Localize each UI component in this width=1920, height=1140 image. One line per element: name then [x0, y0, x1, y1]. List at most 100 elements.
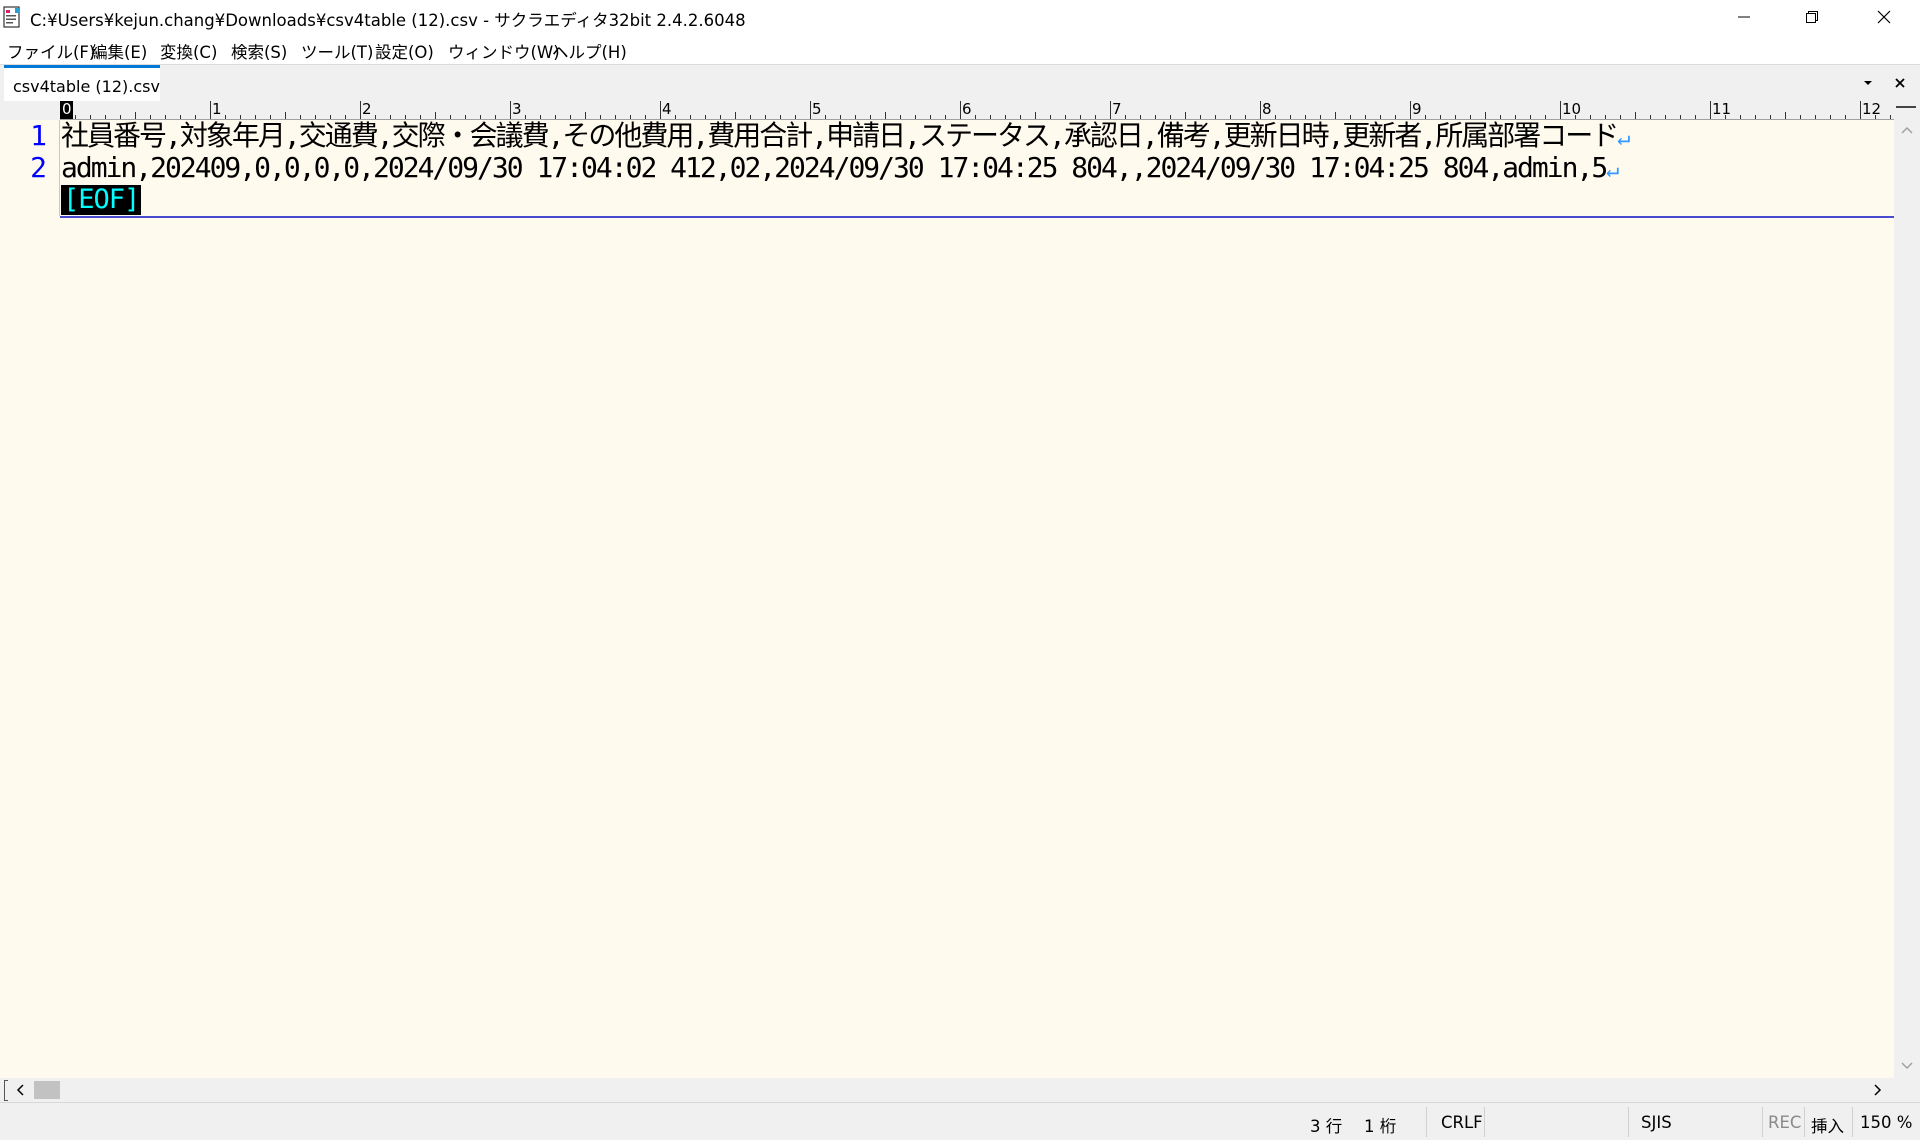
status-separator: [1804, 1107, 1805, 1137]
ruler-tick: [210, 101, 211, 119]
ruler-tick: [1710, 101, 1711, 119]
title-bar: C:¥Users¥kejun.chang¥Downloads¥csv4table…: [0, 0, 1920, 34]
close-icon: [1877, 10, 1891, 24]
status-column: 1 桁: [1364, 1117, 1397, 1136]
status-zoom[interactable]: 150 %: [1860, 1113, 1912, 1132]
menu-edit[interactable]: 編集(E): [91, 39, 147, 63]
code-line[interactable]: admin,202409,0,0,0,0,2024/09/30 17:04:02…: [61, 152, 1619, 187]
ruler-label: 4: [662, 100, 672, 118]
tab-list-button[interactable]: [1856, 71, 1880, 95]
menu-settings[interactable]: 設定(O): [375, 39, 434, 63]
menu-tools[interactable]: ツール(T): [301, 39, 373, 63]
chevron-right-icon: [1874, 1084, 1882, 1096]
ruler-label: 10: [1562, 100, 1582, 118]
ruler-tick: [1830, 115, 1831, 119]
ruler-tick: [1620, 115, 1621, 119]
horizontal-scrollbar[interactable]: [0, 1078, 1894, 1102]
ruler-tick: [1635, 112, 1636, 119]
ruler-tick: [1815, 115, 1816, 119]
ruler-tick: [1845, 115, 1846, 119]
ruler-tick: [810, 101, 811, 119]
ruler-tick: [1740, 115, 1741, 119]
ruler-tick: [1410, 101, 1411, 119]
ruler-tick: [135, 112, 136, 119]
ruler-tick: [1785, 112, 1786, 119]
menu-window[interactable]: ウィンドウ(W): [448, 39, 560, 63]
tab-close-button[interactable]: [1888, 71, 1912, 95]
status-separator: [1628, 1107, 1629, 1137]
status-separator: [1852, 1107, 1853, 1137]
editor-area[interactable]: 1 2 社員番号,対象年月,交通費,交際・会議費,その他費用,費用合計,申請日,…: [0, 120, 1894, 1078]
chevron-down-icon: [1901, 1062, 1913, 1070]
ruler-label: 12: [1862, 100, 1882, 118]
vertical-scrollbar[interactable]: [1894, 120, 1920, 1078]
tab-bar: csv4table (12).csv: [0, 65, 1920, 101]
ruler-tick: [1560, 101, 1561, 119]
ruler-tick: [435, 112, 436, 119]
ruler-tick: [360, 101, 361, 119]
ruler-tick: [585, 112, 586, 119]
column-ruler: 1 2 3 4 5 6 7 8 9 10 11 12 0: [60, 101, 1894, 120]
eol-mark: ↵: [1617, 126, 1631, 151]
menu-file[interactable]: ファイル(F): [7, 39, 95, 63]
ruler-tick: [1110, 101, 1111, 119]
ruler-label: 2: [362, 100, 372, 118]
restore-icon: [1806, 11, 1818, 23]
ruler-label: 11: [1712, 100, 1732, 118]
menu-help[interactable]: ヘルプ(H): [552, 39, 627, 63]
status-line: 3 行: [1310, 1117, 1343, 1136]
line-number: 2: [30, 151, 47, 184]
minimize-button[interactable]: [1710, 0, 1778, 34]
status-encoding[interactable]: SJIS: [1641, 1113, 1672, 1132]
close-button[interactable]: [1850, 0, 1918, 34]
scroll-up-button[interactable]: [1899, 122, 1915, 138]
menu-convert[interactable]: 変換(C): [160, 39, 217, 63]
ruler-tick: [1800, 115, 1801, 119]
ruler-label: 9: [1412, 100, 1422, 118]
ruler-tick: [660, 101, 661, 119]
close-icon: [1895, 78, 1905, 88]
ruler-tick: [1035, 112, 1036, 119]
status-separator: [1426, 1107, 1427, 1137]
ruler-tick: [960, 101, 961, 119]
line-number-gutter: 1 2: [0, 120, 59, 1078]
ruler-tick: [1695, 115, 1696, 119]
minimize-icon: [1738, 16, 1750, 18]
ruler-tick: [1755, 115, 1756, 119]
gutter-separator: [59, 120, 60, 216]
scroll-corner: [1894, 1078, 1920, 1102]
ruler-tick: [1260, 101, 1261, 119]
status-separator: [1484, 1107, 1485, 1137]
ruler-tick: [1335, 112, 1336, 119]
eof-marker: [EOF]: [61, 184, 142, 215]
code-line-text: 社員番号,対象年月,交通費,交際・会議費,その他費用,費用合計,申請日,ステータ…: [61, 119, 1619, 152]
status-bar: 3 行 1 桁 CRLF SJIS REC 挿入 150 %: [0, 1102, 1920, 1140]
ruler-label: 3: [512, 100, 522, 118]
code-line-text: admin,202409,0,0,0,0,2024/09/30 17:04:02…: [61, 151, 1608, 184]
tab-csv4table[interactable]: csv4table (12).csv: [4, 65, 160, 101]
menu-search[interactable]: 検索(S): [231, 39, 287, 63]
status-insert-mode[interactable]: 挿入: [1811, 1113, 1844, 1137]
status-separator: [1762, 1107, 1763, 1137]
restore-button[interactable]: [1778, 0, 1846, 34]
ruler-row: 1 2 3 4 5 6 7 8 9 10 11 12 0: [0, 101, 1920, 120]
scroll-left-button[interactable]: [12, 1081, 30, 1099]
scroll-right-button[interactable]: [1868, 1081, 1886, 1099]
app-icon[interactable]: [3, 6, 22, 29]
horizontal-scroll-thumb[interactable]: [34, 1081, 60, 1099]
ruler-tick: [1185, 112, 1186, 119]
ruler-tick: [1680, 115, 1681, 119]
ruler-label: 0: [62, 100, 72, 118]
ruler-tick: [1890, 115, 1891, 119]
split-box[interactable]: [4, 1080, 8, 1101]
scroll-down-button[interactable]: [1899, 1058, 1915, 1074]
code-line[interactable]: 社員番号,対象年月,交通費,交際・会議費,その他費用,費用合計,申請日,ステータ…: [61, 120, 1631, 155]
cursor-underline: [60, 216, 1894, 218]
menu-bar: ファイル(F) 編集(E) 変換(C) 検索(S) ツール(T) 設定(O) ウ…: [0, 34, 1920, 65]
status-newline[interactable]: CRLF: [1441, 1113, 1483, 1132]
ruler-cursor: 0: [60, 101, 73, 119]
ruler-tick: [735, 112, 736, 119]
ruler-corner-line: [1896, 106, 1916, 108]
ruler-tick: [1650, 115, 1651, 119]
ruler-tick: [285, 112, 286, 119]
